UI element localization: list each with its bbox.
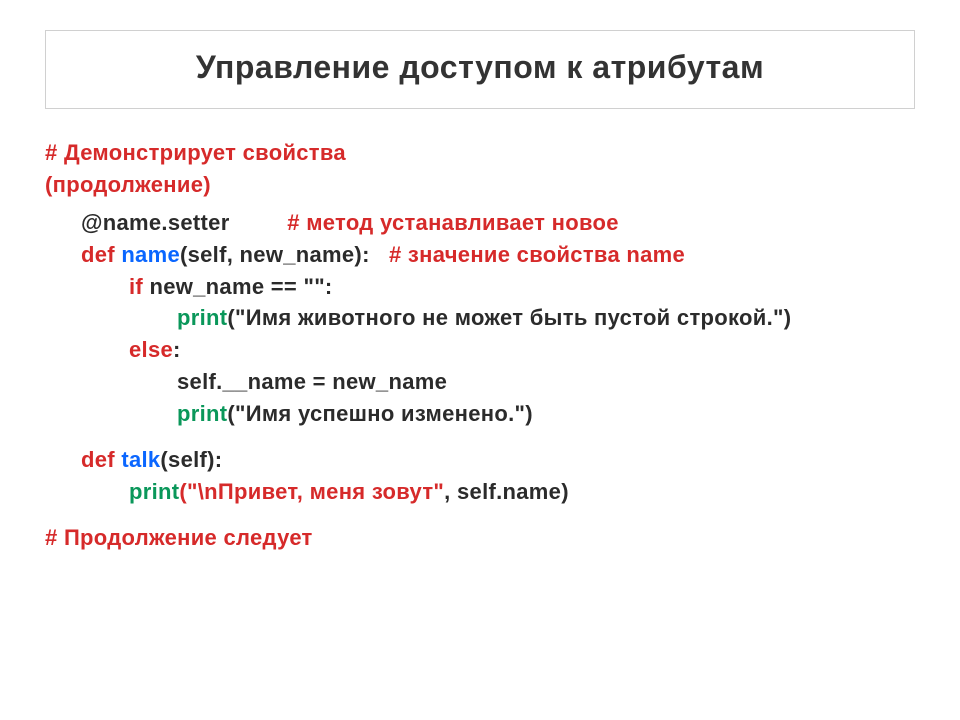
- decorator-comment: # метод устанавливает новое: [287, 210, 619, 235]
- def-args-2: (self):: [160, 447, 222, 472]
- def-keyword-1: def: [81, 242, 121, 267]
- def-comment-1: # значение свойства name: [389, 242, 685, 267]
- print-2-line: print("Имя успешно изменено."): [45, 398, 915, 430]
- print-1-line: print("Имя животного не может быть пусто…: [45, 302, 915, 334]
- print-2-args: ("Имя успешно изменено."): [227, 401, 532, 426]
- print-3-arg-a: ("\nПривет, меня зовут": [179, 479, 444, 504]
- slide-container: Управление доступом к атрибутам # Демонс…: [0, 0, 960, 720]
- if-keyword: if: [129, 274, 143, 299]
- assign-line: self.__name = new_name: [45, 366, 915, 398]
- print-3-func: print: [129, 479, 179, 504]
- else-keyword: else: [129, 337, 173, 362]
- def-talk-line: def talk(self):: [45, 444, 915, 476]
- def-args-1: (self, new_name):: [180, 242, 370, 267]
- if-condition: new_name == "":: [143, 274, 333, 299]
- def-keyword-2: def: [81, 447, 121, 472]
- decorator-line: @name.setter # метод устанавливает новое: [45, 207, 915, 239]
- print-3-arg-b: , self.name): [444, 479, 569, 504]
- def-func-name-1: name: [121, 242, 180, 267]
- code-block: # Демонстрирует свойства (продолжение) @…: [45, 137, 915, 554]
- print-1-func: print: [177, 305, 227, 330]
- if-line: if new_name == "":: [45, 271, 915, 303]
- slide-title: Управление доступом к атрибутам: [56, 49, 904, 86]
- print-3-line: print("\nПривет, меня зовут", self.name): [45, 476, 915, 508]
- decorator-text: @name.setter: [81, 210, 230, 235]
- comment-line-2: (продолжение): [45, 169, 915, 201]
- def-func-name-2: talk: [121, 447, 160, 472]
- def-name-line: def name(self, new_name): # значение сво…: [45, 239, 915, 271]
- footer-comment: # Продолжение следует: [45, 522, 915, 554]
- title-box: Управление доступом к атрибутам: [45, 30, 915, 109]
- else-colon: :: [173, 337, 181, 362]
- comment-line-1: # Демонстрирует свойства: [45, 137, 915, 169]
- print-2-func: print: [177, 401, 227, 426]
- else-line: else:: [45, 334, 915, 366]
- print-1-args: ("Имя животного не может быть пустой стр…: [227, 305, 791, 330]
